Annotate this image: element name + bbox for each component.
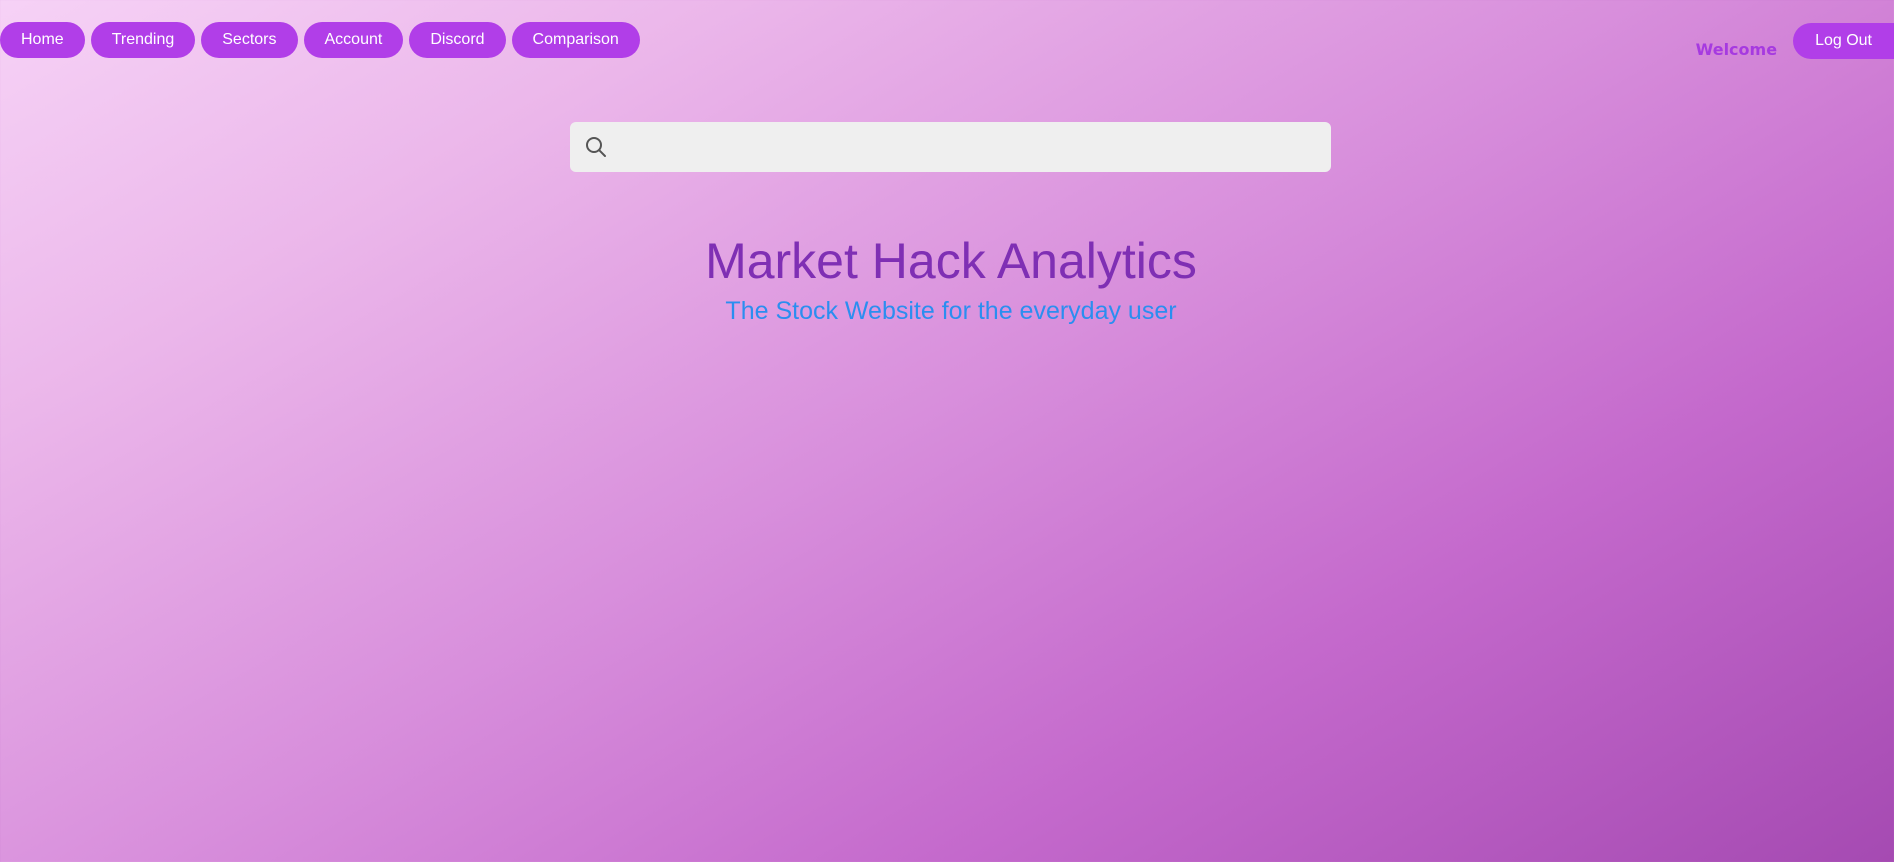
nav-sectors-button[interactable]: Sectors bbox=[201, 22, 298, 58]
page-subtitle: The Stock Website for the everyday user bbox=[725, 297, 1177, 325]
page-title: Market Hack Analytics bbox=[705, 233, 1197, 289]
main-nav: Home Trending Sectors Account Discord Co… bbox=[0, 22, 640, 58]
welcome-text: Welcome bbox=[1695, 40, 1778, 59]
search-bar bbox=[570, 122, 1331, 172]
search-input[interactable] bbox=[608, 122, 1331, 172]
nav-trending-button[interactable]: Trending bbox=[90, 22, 196, 58]
nav-home-button[interactable]: Home bbox=[0, 22, 85, 58]
nav-account-button[interactable]: Account bbox=[303, 22, 404, 58]
nav-comparison-button[interactable]: Comparison bbox=[511, 22, 640, 58]
logout-button[interactable]: Log Out bbox=[1793, 22, 1894, 59]
hero: Market Hack Analytics The Stock Website … bbox=[0, 228, 1894, 328]
nav-discord-button[interactable]: Discord bbox=[409, 22, 506, 58]
search-icon[interactable] bbox=[584, 135, 608, 159]
user-area: Welcome Log Out bbox=[1696, 22, 1894, 59]
